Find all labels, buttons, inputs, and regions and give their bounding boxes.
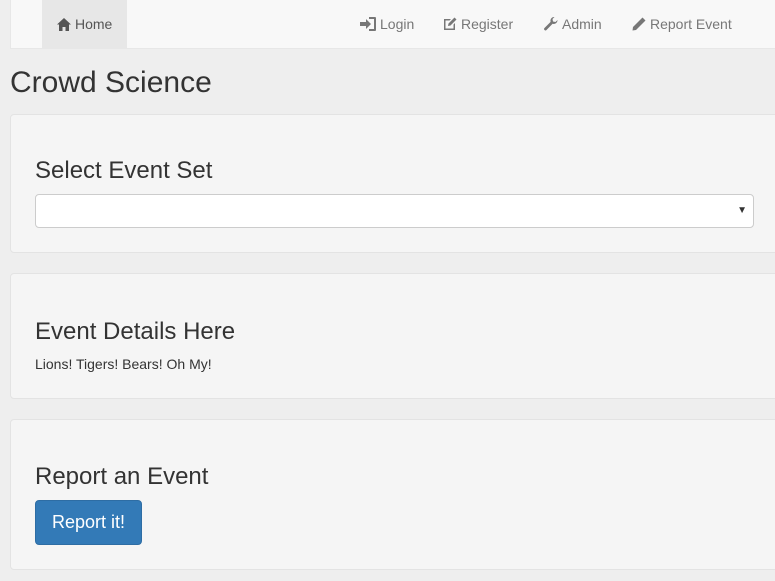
nav-login[interactable]: Login [360,0,414,48]
pencil-icon [632,17,646,31]
edit-icon [444,17,457,30]
nav-admin-label: Admin [562,16,602,32]
event-set-select[interactable]: ▼ [35,194,754,228]
nav-home[interactable]: Home [42,0,128,48]
nav-report-event[interactable]: Report Event [632,0,732,48]
report-event-heading: Report an Event [35,463,209,490]
event-details-text: Lions! Tigers! Bears! Oh My! [35,356,212,372]
wrench-icon [544,17,558,31]
nav-admin[interactable]: Admin [544,0,602,48]
event-details-panel: Event Details Here Lions! Tigers! Bears!… [10,273,775,399]
caret-down-icon: ▼ [737,205,747,216]
home-icon [57,17,71,31]
page-title: Crowd Science [10,66,212,99]
event-set-panel: Select Event Set ▼ [10,114,775,253]
nav-report-event-label: Report Event [650,16,732,32]
login-icon [360,17,376,31]
report-event-panel: Report an Event Report it! [10,419,775,570]
report-it-button[interactable]: Report it! [35,500,142,545]
nav-register-label: Register [461,16,514,32]
event-set-heading: Select Event Set [35,157,213,184]
navbar: Home Login Register Admin Report Event [10,0,775,49]
nav-home-label: Home [75,16,113,32]
event-details-heading: Event Details Here [35,318,236,345]
nav-login-label: Login [380,16,415,32]
nav-register[interactable]: Register [443,0,513,48]
